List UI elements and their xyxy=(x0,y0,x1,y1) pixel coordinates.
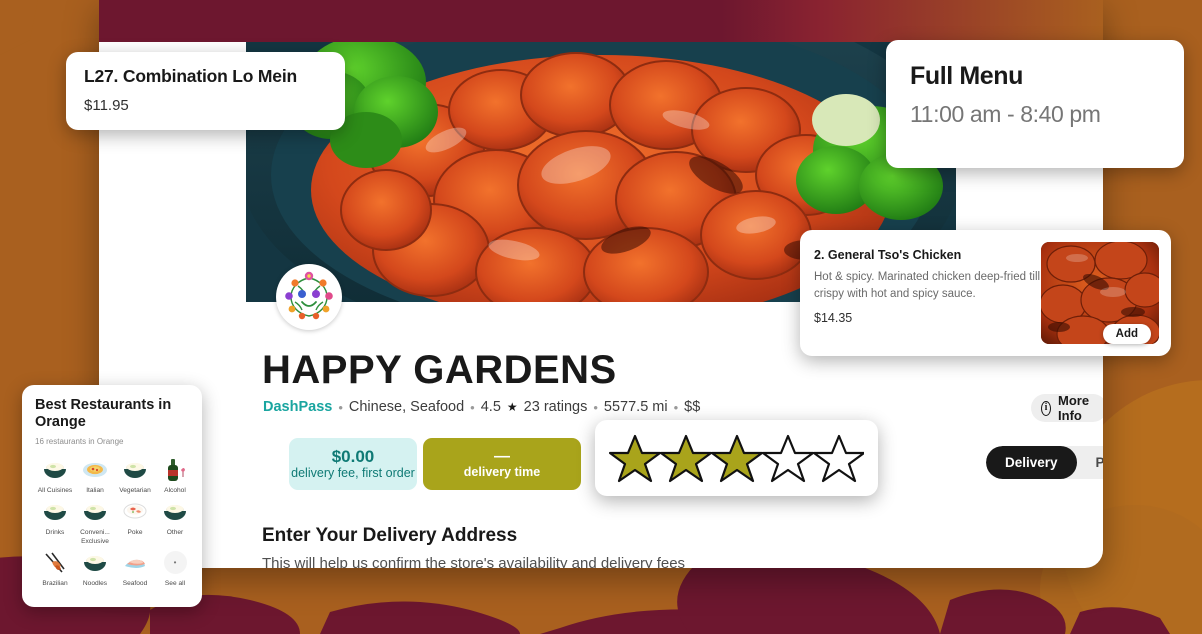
add-button[interactable]: Add xyxy=(1102,324,1151,344)
toggle-pickup[interactable]: Pickup xyxy=(1077,446,1103,479)
bowl-icon xyxy=(80,549,110,577)
page-title: HAPPY GARDENS xyxy=(262,348,617,392)
category-label: Vegetarian xyxy=(119,487,151,495)
category-label: Italian xyxy=(86,487,104,495)
bowl-icon xyxy=(80,498,110,526)
bowl-icon xyxy=(160,498,190,526)
store-price-level: $$ xyxy=(684,399,701,415)
delivery-fee-amount: $0.00 xyxy=(331,447,375,467)
store-ratings-count[interactable]: 23 ratings xyxy=(524,399,588,415)
star-icon: ★ xyxy=(506,400,518,414)
lomein-price: $11.95 xyxy=(84,97,129,114)
dashpass-badge[interactable]: DashPass xyxy=(263,399,332,415)
category-poke[interactable]: Poke xyxy=(115,498,155,547)
see-all-circle: • xyxy=(163,551,187,575)
category-convenience-exclusive[interactable]: Conveni... Exclusive xyxy=(75,498,115,547)
category-label: Noodles xyxy=(82,579,108,587)
category-italian[interactable]: Italian xyxy=(75,456,115,496)
delivery-time-pill[interactable]: — delivery time xyxy=(423,438,581,490)
category-label: Alcohol xyxy=(164,487,186,495)
info-icon: i xyxy=(1041,400,1052,416)
bowl-icon xyxy=(40,456,70,484)
best-restaurants-card[interactable]: Best Restaurants in Orange 16 restaurant… xyxy=(22,385,202,607)
full-menu-hours: 11:00 am - 8:40 pm xyxy=(910,101,1101,127)
category-label: Poke xyxy=(127,529,143,537)
floral-smiley-logo xyxy=(279,267,339,327)
delivery-fee-pill[interactable]: $0.00 delivery fee, first order xyxy=(289,438,417,490)
category-label: Seafood xyxy=(122,579,148,587)
toggle-delivery[interactable]: Delivery xyxy=(986,446,1077,479)
category-label: All Cuisines xyxy=(37,487,73,495)
star-2[interactable] xyxy=(659,434,713,483)
delivery-time-amount: — xyxy=(494,447,510,465)
category-label: Brazilian xyxy=(42,579,68,587)
category-all-cuisines[interactable]: All Cuisines xyxy=(35,456,75,496)
delivery-address-section: Enter Your Delivery Address This will he… xyxy=(262,525,1073,568)
star-5[interactable] xyxy=(812,434,864,483)
bowl-icon xyxy=(40,498,70,526)
star-1[interactable] xyxy=(609,434,662,483)
meta-separator: • xyxy=(673,399,679,415)
best-restaurants-title: Best Restaurants in Orange xyxy=(35,397,172,431)
star-4[interactable] xyxy=(761,434,815,483)
sashimi-icon xyxy=(120,549,150,577)
store-cuisine[interactable]: Chinese, Seafood xyxy=(349,399,464,415)
delivery-fee-label: delivery fee, first order xyxy=(291,465,415,480)
hero-top-strip xyxy=(99,0,1103,42)
full-menu-title: Full Menu xyxy=(910,62,1024,90)
category-other[interactable]: Other xyxy=(155,498,195,547)
category-drinks[interactable]: Drinks xyxy=(35,498,75,547)
lomein-popup-card[interactable]: L27. Combination Lo Mein $11.95 xyxy=(66,52,345,130)
menu-item-description: Hot & spicy. Marinated chicken deep-frie… xyxy=(814,271,1041,300)
store-logo xyxy=(276,264,342,330)
menu-item-card[interactable]: 2. General Tso's Chicken Hot & spicy. Ma… xyxy=(800,230,1171,356)
meta-separator: • xyxy=(470,399,475,415)
pasta-plate-icon xyxy=(80,456,110,484)
star-rating-graphic[interactable] xyxy=(609,433,864,483)
category-label: See all xyxy=(164,579,186,587)
delivery-pickup-toggle[interactable]: Delivery Pickup xyxy=(986,446,1103,479)
poke-bowl-icon xyxy=(120,498,150,526)
category-seafood[interactable]: Seafood xyxy=(115,549,155,589)
full-menu-card[interactable]: Full Menu 11:00 am - 8:40 pm xyxy=(886,40,1184,168)
hero-left-margin xyxy=(99,0,247,302)
ellipsis-icon: • xyxy=(160,549,190,577)
cuisine-category-grid: All Cuisines Italian Vegetarian Alcohol xyxy=(35,456,189,589)
store-distance: 5577.5 mi xyxy=(603,399,668,415)
category-label: Conveni... Exclusive xyxy=(80,529,110,545)
category-noodles[interactable]: Noodles xyxy=(75,549,115,589)
delivery-address-heading: Enter Your Delivery Address xyxy=(262,525,518,546)
category-label: Drinks xyxy=(45,529,65,537)
star-rating-widget[interactable] xyxy=(595,420,878,496)
best-restaurants-subtitle: 16 restaurants in Orange xyxy=(35,437,124,447)
more-info-button[interactable]: i More Info xyxy=(1031,393,1103,423)
skewer-icon xyxy=(40,549,70,577)
category-vegetarian[interactable]: Vegetarian xyxy=(115,456,155,496)
wine-bottle-icon xyxy=(160,456,190,484)
meta-separator: • xyxy=(593,399,598,415)
store-rating-value: 4.5 xyxy=(480,399,501,415)
delivery-time-label: delivery time xyxy=(463,465,541,480)
delivery-address-subtext: This will help us confirm the store's av… xyxy=(262,555,686,568)
category-alcohol[interactable]: Alcohol xyxy=(155,456,195,496)
category-brazilian[interactable]: Brazilian xyxy=(35,549,75,589)
bowl-icon xyxy=(120,456,150,484)
more-info-label: More Info xyxy=(1058,393,1090,423)
lomein-title: L27. Combination Lo Mein xyxy=(84,66,297,86)
store-meta-row: DashPass • Chinese, Seafood • 4.5 ★ 23 r… xyxy=(263,399,700,415)
meta-separator: • xyxy=(338,399,343,415)
category-label: Other xyxy=(166,529,184,537)
category-see-all[interactable]: • See all xyxy=(155,549,195,589)
star-3[interactable] xyxy=(710,434,764,483)
